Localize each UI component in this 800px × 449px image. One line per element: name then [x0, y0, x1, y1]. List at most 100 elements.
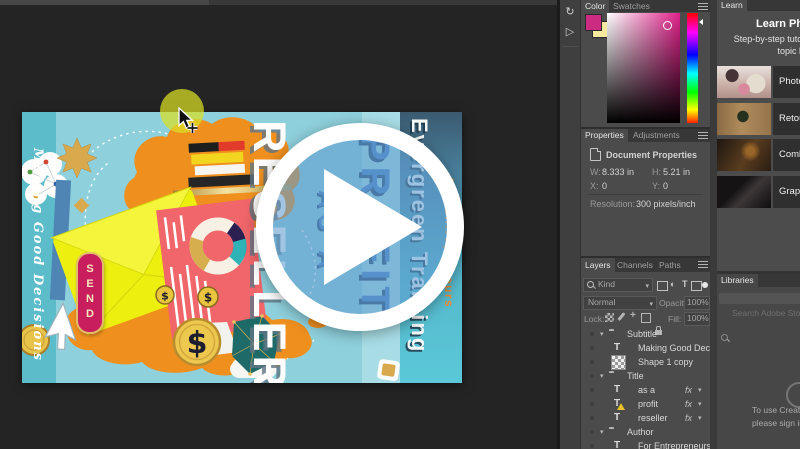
shape-thumbnail	[611, 355, 626, 370]
learn-thumb-combining[interactable]	[717, 139, 771, 171]
tab-layers[interactable]: Layers	[581, 258, 615, 272]
type-layer-icon: T	[614, 441, 620, 449]
search-icon	[587, 281, 594, 288]
layer-row-text[interactable]: T For Entrepreneurs	[581, 439, 710, 449]
cover-subtitle: Making Good Decisions	[30, 148, 45, 362]
layer-row-text[interactable]: T reseller fx ▾	[581, 411, 710, 425]
learn-item-retouching[interactable]: Retouching	[773, 103, 800, 135]
properties-section-title: Document Properties	[606, 150, 697, 160]
fx-chevron-icon[interactable]: ▾	[698, 414, 702, 422]
signin-line1: To use Creative	[752, 404, 800, 417]
learn-item-combining[interactable]: Combining	[773, 139, 800, 171]
height-label: H:	[652, 167, 661, 177]
svg-text:$: $	[161, 290, 169, 303]
foreground-color-swatch[interactable]	[585, 14, 602, 31]
height-value[interactable]: 5.21 in	[663, 167, 690, 177]
send-button-graphic: SEND	[76, 252, 104, 334]
search-icon	[721, 334, 728, 341]
fill-value[interactable]: 100%	[684, 312, 710, 326]
document-icon	[590, 148, 601, 161]
layer-effects-badge[interactable]: fx	[685, 385, 692, 395]
history-panel-icon[interactable]: ↻	[560, 2, 580, 22]
lock-artboard-icon[interactable]	[641, 313, 651, 323]
learn-thumb-retouching[interactable]	[717, 103, 771, 135]
libraries-search-input[interactable]: Search Adobe Stock	[732, 308, 800, 318]
layer-row-shape[interactable]: Shape 1 copy	[581, 355, 710, 369]
libraries-signin-text: To use Creative please sign in	[752, 404, 800, 430]
layer-filter-kind[interactable]: Kind ▾	[583, 278, 653, 292]
learn-panel-tabbar: Learn	[717, 0, 800, 11]
learn-subtitle-line1: Step-by-step tutorials to explore a	[716, 34, 800, 46]
layers-panel-tabbar: Layers Channels Paths	[581, 258, 710, 272]
width-value[interactable]: 8.333 in	[602, 167, 634, 177]
options-bar-edge-light	[0, 0, 209, 5]
group-expand-chevron-icon[interactable]: ▾	[600, 428, 604, 436]
learn-thumb-graphics[interactable]	[717, 176, 771, 208]
badge-inner	[381, 363, 396, 377]
layer-effects-badge[interactable]: fx	[685, 399, 692, 409]
opacity-value[interactable]: 100%	[684, 296, 710, 310]
type-layer-icon: T	[614, 413, 620, 423]
lock-transparency-icon[interactable]	[605, 313, 614, 322]
photoshop-video-frame: $ $ $ Making Good Decisions RESELLER AS …	[0, 0, 800, 449]
filter-type-layers-icon[interactable]: T	[682, 278, 688, 290]
tab-swatches[interactable]: Swatches	[609, 0, 654, 12]
group-expand-chevron-icon[interactable]: ▾	[600, 330, 604, 338]
filter-pixel-layers-icon[interactable]	[657, 281, 668, 291]
tab-color[interactable]: Color	[581, 0, 609, 12]
color-field-marker[interactable]	[663, 21, 672, 30]
learn-item-photography[interactable]: Photography	[773, 66, 800, 98]
tab-paths[interactable]: Paths	[655, 258, 685, 272]
tab-adjustments[interactable]: Adjustments	[629, 129, 684, 142]
filter-smart-objects-icon[interactable]	[702, 282, 708, 288]
layer-row-group[interactable]: ▾ Title	[581, 369, 710, 383]
y-value[interactable]: 0	[663, 181, 668, 191]
tab-libraries[interactable]: Libraries	[717, 274, 758, 287]
filter-shape-layers-icon[interactable]	[691, 281, 702, 291]
color-panel-menu-icon[interactable]	[698, 3, 708, 10]
chevron-down-icon: ▾	[645, 281, 649, 292]
fx-chevron-icon[interactable]: ▾	[698, 386, 702, 394]
properties-panel-menu-icon[interactable]	[698, 132, 708, 139]
signin-line2: please sign in	[752, 417, 800, 430]
layer-row-text-warning[interactable]: T profit fx ▾	[581, 397, 710, 411]
filter-adjustment-layers-icon[interactable]: ◐	[670, 278, 675, 290]
layer-row-text[interactable]: T Making Good Decisions	[581, 341, 710, 355]
type-layer-icon: T	[614, 385, 620, 395]
x-label: X:	[590, 181, 599, 191]
learn-thumb-photography[interactable]	[717, 66, 771, 98]
blend-mode-select[interactable]: Normal ▾	[583, 296, 657, 310]
learn-subtitle-line2: topic below.	[716, 46, 800, 58]
lock-label: Lock:	[584, 314, 604, 324]
y-label: Y:	[652, 181, 660, 191]
tab-channels[interactable]: Channels	[613, 258, 657, 272]
resolution-value: 300 pixels/inch	[636, 199, 696, 209]
hue-slider[interactable]	[687, 13, 698, 123]
missing-font-warning-icon	[617, 403, 625, 410]
layer-row-group[interactable]: ▾ Subtitle	[581, 327, 710, 341]
color-panel-tabbar: Color Swatches	[581, 0, 710, 12]
lock-position-icon[interactable]: +	[630, 311, 636, 321]
chevron-down-icon: ▾	[649, 299, 653, 310]
width-label: W:	[590, 167, 601, 177]
layer-row-group[interactable]: ▾ Author	[581, 425, 710, 439]
resolution-label: Resolution:	[590, 199, 635, 209]
x-value[interactable]: 0	[602, 181, 607, 191]
layers-panel-menu-icon[interactable]	[698, 261, 708, 268]
strip-divider	[562, 46, 578, 47]
hue-slider-marker[interactable]	[699, 19, 703, 25]
actions-panel-icon[interactable]: ▷	[560, 22, 580, 42]
fill-label: Fill:	[668, 314, 681, 324]
tab-learn[interactable]: Learn	[717, 0, 747, 11]
learn-item-graphics[interactable]: Graphics	[773, 176, 800, 208]
type-layer-icon: T	[614, 343, 620, 353]
fx-chevron-icon[interactable]: ▾	[698, 400, 702, 408]
properties-divider	[588, 194, 703, 195]
group-expand-chevron-icon[interactable]: ▾	[600, 372, 604, 380]
play-icon[interactable]	[324, 169, 422, 285]
libraries-dropdown[interactable]	[719, 293, 800, 304]
layer-row-text[interactable]: T as a fx ▾	[581, 383, 710, 397]
tab-properties[interactable]: Properties	[581, 129, 628, 142]
coin-small-1: $	[156, 286, 174, 304]
layer-effects-badge[interactable]: fx	[685, 413, 692, 423]
